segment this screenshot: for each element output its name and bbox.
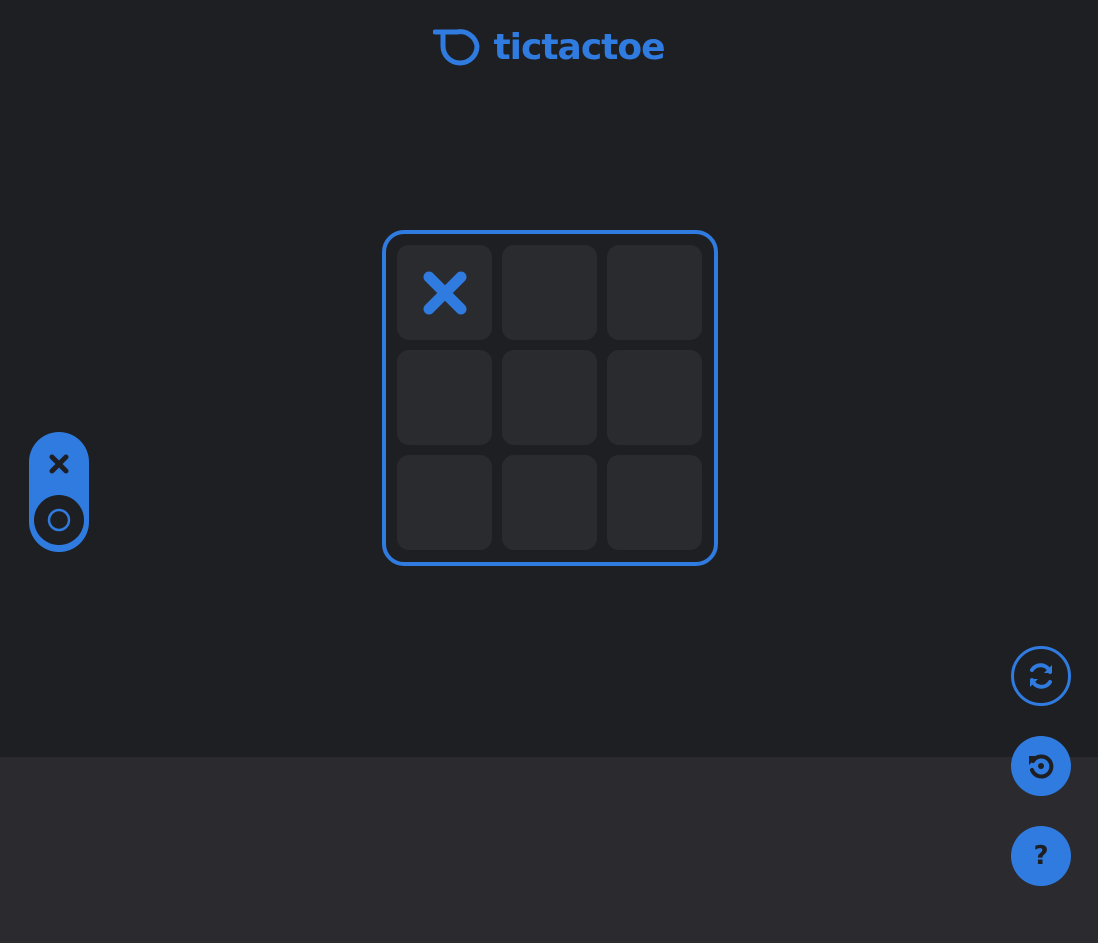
board-cell-6[interactable] — [607, 350, 702, 445]
board-cell-1[interactable] — [397, 245, 492, 340]
app-root: tictactoe ? — [0, 0, 1098, 943]
board-cell-5[interactable] — [502, 350, 597, 445]
player-toggle[interactable] — [29, 432, 89, 552]
logo-text: tictactoe — [493, 27, 665, 68]
board-cell-8[interactable] — [502, 455, 597, 550]
toggle-option-o[interactable] — [34, 495, 84, 545]
o-mark-icon — [47, 508, 71, 532]
reset-icon — [1029, 754, 1054, 779]
x-mark-icon — [423, 271, 466, 314]
logo-mark-icon — [433, 29, 480, 66]
reset-button[interactable] — [1011, 736, 1071, 796]
board-cell-7[interactable] — [397, 455, 492, 550]
logo: tictactoe — [0, 26, 1098, 70]
board-cell-9[interactable] — [607, 455, 702, 550]
board-cell-3[interactable] — [607, 245, 702, 340]
toggle-option-x[interactable] — [29, 432, 89, 496]
swap-arrows-icon — [1030, 663, 1052, 689]
swap-button[interactable] — [1011, 646, 1071, 706]
help-button-label: ? — [1033, 841, 1049, 871]
x-mark-icon — [49, 454, 69, 474]
game-board — [382, 230, 718, 566]
board-cell-2[interactable] — [502, 245, 597, 340]
footer-band — [0, 757, 1098, 943]
help-button[interactable]: ? — [1011, 826, 1071, 886]
board-cell-4[interactable] — [397, 350, 492, 445]
